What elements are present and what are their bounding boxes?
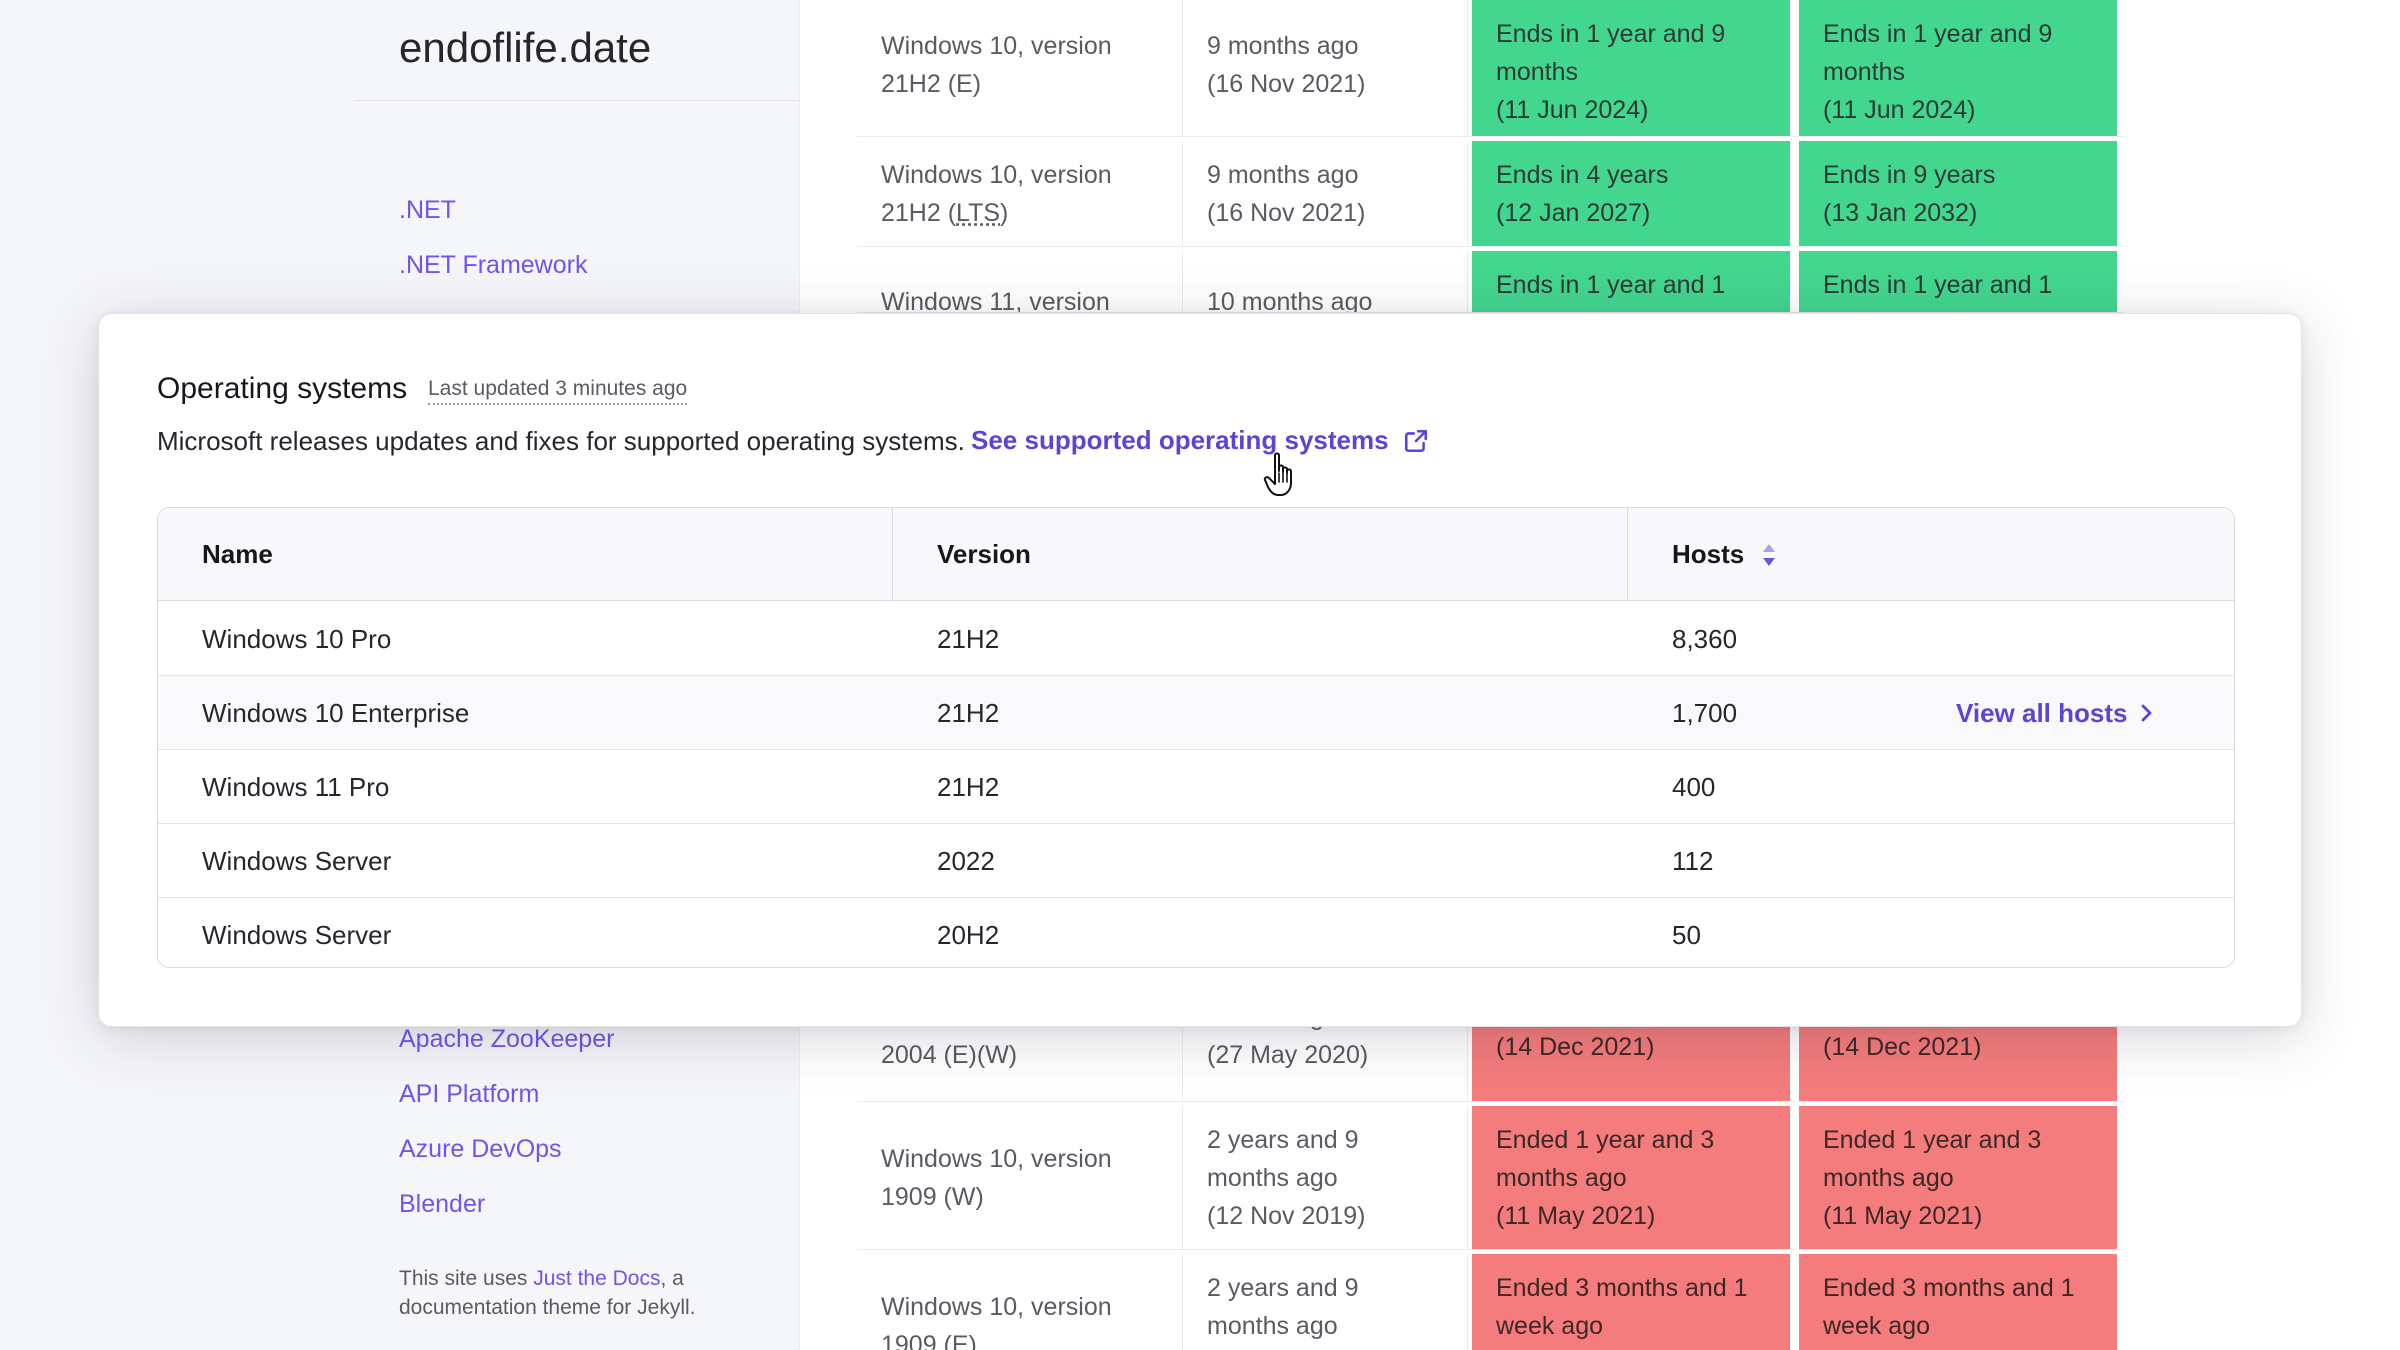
release-date: 10 months ago [1183,251,1468,312]
security-status: Ended 3 months and 1 week ago [1799,1254,2117,1350]
column-header-version[interactable]: Version [893,508,1628,601]
release-date: 2 years and 9 months ago [1183,1254,1468,1350]
release-name-suffix: ) [1000,199,1009,227]
release-date: 9 months ago (16 Nov 2021) [1183,0,1468,136]
release-row: Windows 10, version 21H2 (E) 9 months ag… [857,0,2124,137]
os-table: Name Version Hosts Windows 10 Pro 21H2 8… [157,507,2235,968]
lts-abbreviation: LTS [956,199,1001,227]
view-all-hosts-link[interactable]: View all hosts [1956,676,2153,750]
column-header-hosts[interactable]: Hosts [1628,508,2234,601]
see-supported-os-link[interactable]: See supported operating systems [971,425,1429,456]
support-status: Ended 3 months and 1 week ago [1472,1254,1790,1350]
site-title[interactable]: endoflife.date [399,24,651,72]
sort-icon[interactable] [1760,541,1778,569]
release-row: Windows 11, version 10 months ago Ends i… [857,251,2124,313]
table-row[interactable]: Windows Server 20H2 50 [158,898,2234,967]
os-hosts: 112 [1672,846,1714,876]
table-row[interactable]: Windows 11 Pro 21H2 400 [158,750,2234,824]
table-row[interactable]: Windows Server 2022 112 [158,824,2234,898]
external-link-icon [1404,429,1427,452]
os-hosts: 1,700 [1672,698,1738,728]
release-row: Windows 10, version 1909 (W) 2 years and… [857,1106,2124,1250]
os-name: Windows 10 Enterprise [202,698,470,728]
os-version: 21H2 [937,624,1000,654]
support-status: Ends in 1 year and 9 months (11 Jun 2024… [1472,0,1790,136]
security-status: Ended 1 year and 3 months ago (11 May 20… [1799,1106,2117,1249]
release-row: Windows 10, version 21H2 (LTS) 9 months … [857,141,2124,247]
os-hosts: 50 [1672,920,1701,950]
last-updated-label[interactable]: Last updated 3 minutes ago [428,377,688,405]
nav-link-apache-zookeeper[interactable]: Apache ZooKeeper [399,1025,614,1054]
security-status: Ends in 1 year and 1 [1799,251,2117,312]
release-name: Windows 10, version 21H2 (LTS) [857,141,1183,246]
release-row: Windows 10, version 1909 (E) 2 years and… [857,1254,2124,1350]
os-version: 20H2 [937,920,1000,950]
os-hosts: 8,360 [1672,624,1738,654]
os-version: 21H2 [937,698,1000,728]
column-header-name[interactable]: Name [158,508,893,601]
security-status: Ends in 9 years (13 Jan 2032) [1799,141,2117,246]
table-row[interactable]: Windows 10 Pro 21H2 8,360 [158,602,2234,676]
release-name: Windows 10, version 1909 (E) [857,1254,1183,1350]
release-name: Windows 10, version 1909 (W) [857,1106,1183,1249]
support-status: Ended 1 year and 3 months ago (11 May 20… [1472,1106,1790,1249]
see-supported-os-label: See supported operating systems [971,425,1389,455]
view-all-hosts-label: View all hosts [1956,698,2128,728]
os-version: 2022 [937,846,995,876]
release-date: 2 years and 9 months ago (12 Nov 2019) [1183,1106,1468,1249]
release-name: Windows 11, version [857,251,1183,312]
security-status: Ends in 1 year and 9 months (11 Jun 2024… [1799,0,2117,136]
os-version: 21H2 [937,772,1000,802]
os-name: Windows Server [202,920,392,950]
footer-theme-link[interactable]: Just the Docs [533,1267,660,1290]
chevron-right-icon [2142,704,2152,722]
sidebar-divider [354,100,800,101]
nav-link-blender[interactable]: Blender [399,1190,485,1219]
sidebar-footer: This site uses Just the Docs, a document… [399,1264,779,1322]
nav-link-dotnet-framework[interactable]: .NET Framework [399,251,587,280]
hand-pointer-cursor [1263,452,1292,496]
release-name: Windows 10, version 21H2 (E) [857,0,1183,136]
operating-systems-card: Operating systems Last updated 3 minutes… [98,313,2302,1027]
column-header-hosts-label: Hosts [1672,539,1745,569]
os-name: Windows 10 Pro [202,624,392,654]
nav-link-api-platform[interactable]: API Platform [399,1080,539,1109]
footer-prefix: This site uses [399,1267,534,1290]
card-description: Microsoft releases updates and fixes for… [157,426,965,456]
os-name: Windows 11 Pro [202,772,390,802]
nav-link-dotnet[interactable]: .NET [399,196,456,225]
support-status: Ends in 1 year and 1 [1472,251,1790,312]
os-hosts: 400 [1672,772,1716,802]
card-title: Operating systems [157,372,408,405]
nav-link-azure-devops[interactable]: Azure DevOps [399,1135,562,1164]
support-status: Ends in 4 years (12 Jan 2027) [1472,141,1790,246]
os-name: Windows Server [202,846,392,876]
release-date: 9 months ago (16 Nov 2021) [1183,141,1468,246]
table-row[interactable]: Windows 10 Enterprise 21H2 1,700 View al… [158,676,2234,750]
table-header: Name Version Hosts [158,508,2234,601]
